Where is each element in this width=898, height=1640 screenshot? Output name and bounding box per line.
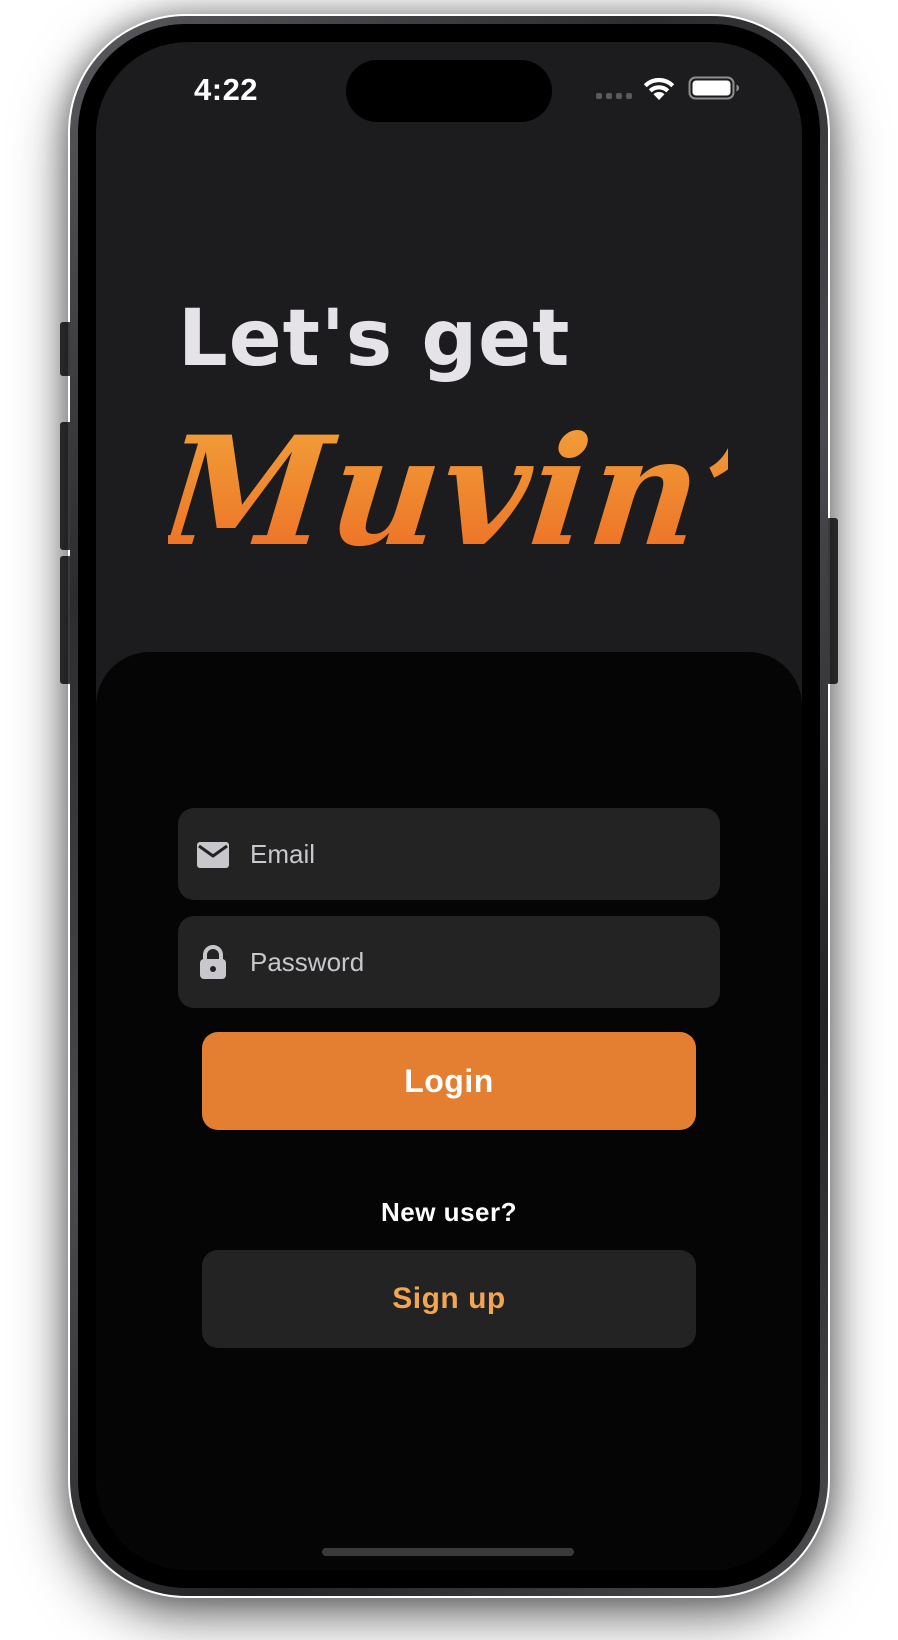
lock-icon xyxy=(200,945,226,979)
muvin-logo: Muvin’ xyxy=(168,404,728,576)
password-field xyxy=(178,916,720,1008)
welcome-headline: Let's get xyxy=(178,294,571,384)
login-button[interactable]: Login xyxy=(202,1032,696,1130)
home-indicator[interactable] xyxy=(322,1548,574,1556)
status-time: 4:22 xyxy=(194,72,259,107)
dynamic-island xyxy=(346,60,552,122)
device-canvas: 4:22 Let's get Muvin’ Email Login New us… xyxy=(0,0,898,1640)
email-input[interactable] xyxy=(250,808,700,900)
app-screen: 4:22 Let's get Muvin’ Email Login New us… xyxy=(96,42,802,1570)
battery-icon xyxy=(688,76,739,100)
signup-button[interactable]: Sign up xyxy=(202,1250,696,1348)
muvin-logo-text: Muvin’ xyxy=(168,404,728,576)
wifi-icon xyxy=(643,77,675,100)
new-user-label: New user? xyxy=(381,1197,517,1227)
email-field xyxy=(178,808,720,900)
cellular-signal-icon xyxy=(596,93,632,99)
password-input[interactable] xyxy=(250,916,700,1008)
envelope-icon xyxy=(197,842,229,868)
